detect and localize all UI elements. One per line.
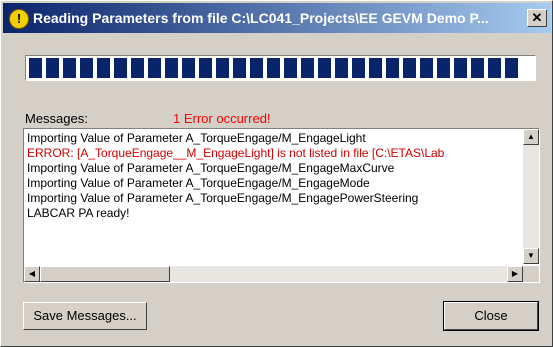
close-window-button[interactable]: ✕ — [527, 9, 547, 27]
progress-block — [46, 58, 59, 78]
progress-block — [284, 58, 297, 78]
progress-block — [182, 58, 195, 78]
title-bar[interactable]: ! Reading Parameters from file C:\LC041_… — [3, 3, 551, 33]
progress-block — [97, 58, 110, 78]
message-line: LABCAR PA ready! — [27, 206, 130, 220]
dialog-window: ! Reading Parameters from file C:\LC041_… — [0, 0, 553, 347]
progress-fill — [28, 58, 533, 78]
scroll-down-icon[interactable]: ▼ — [523, 248, 539, 264]
message-line: Importing Value of Parameter A_TorqueEng… — [27, 131, 366, 145]
progress-block — [420, 58, 433, 78]
progress-block — [165, 58, 178, 78]
save-messages-button[interactable]: Save Messages... — [23, 302, 147, 330]
message-line: Importing Value of Parameter A_TorqueEng… — [27, 191, 419, 205]
window-title: Reading Parameters from file C:\LC041_Pr… — [33, 10, 489, 26]
error-count-text: 1 Error occurred! — [173, 111, 271, 126]
scroll-corner — [523, 266, 539, 282]
progress-block — [386, 58, 399, 78]
progress-block — [250, 58, 263, 78]
progress-block — [454, 58, 467, 78]
progress-block — [301, 58, 314, 78]
progress-block — [352, 58, 365, 78]
scroll-right-icon[interactable]: ▶ — [507, 266, 523, 282]
message-line: Importing Value of Parameter A_TorqueEng… — [27, 161, 395, 175]
progress-bar — [25, 55, 536, 81]
progress-block — [131, 58, 144, 78]
info-icon: ! — [9, 9, 29, 29]
scroll-up-icon[interactable]: ▲ — [523, 129, 539, 145]
progress-block — [114, 58, 127, 78]
message-line: Importing Value of Parameter A_TorqueEng… — [27, 176, 370, 190]
progress-block — [233, 58, 246, 78]
progress-block — [267, 58, 280, 78]
progress-block — [505, 58, 518, 78]
vertical-scrollbar[interactable]: ▲ ▼ — [523, 129, 539, 264]
close-button[interactable]: Close — [443, 301, 539, 331]
progress-block — [403, 58, 416, 78]
progress-block — [63, 58, 76, 78]
progress-block — [488, 58, 501, 78]
progress-block — [199, 58, 212, 78]
progress-block — [80, 58, 93, 78]
message-line-error: ERROR: [A_TorqueEngage__M_EngageLight] i… — [27, 146, 445, 160]
progress-block — [216, 58, 229, 78]
progress-block — [335, 58, 348, 78]
progress-block — [148, 58, 161, 78]
horizontal-scroll-thumb[interactable] — [40, 266, 170, 282]
horizontal-scrollbar[interactable]: ◀ ▶ — [24, 266, 523, 282]
message-lines: Importing Value of Parameter A_TorqueEng… — [27, 131, 517, 261]
messages-label: Messages: — [25, 111, 88, 126]
progress-block — [437, 58, 450, 78]
scroll-left-icon[interactable]: ◀ — [24, 266, 40, 282]
progress-block — [369, 58, 382, 78]
progress-block — [318, 58, 331, 78]
messages-listbox[interactable]: Importing Value of Parameter A_TorqueEng… — [23, 128, 540, 283]
progress-block — [29, 58, 42, 78]
progress-block — [471, 58, 484, 78]
